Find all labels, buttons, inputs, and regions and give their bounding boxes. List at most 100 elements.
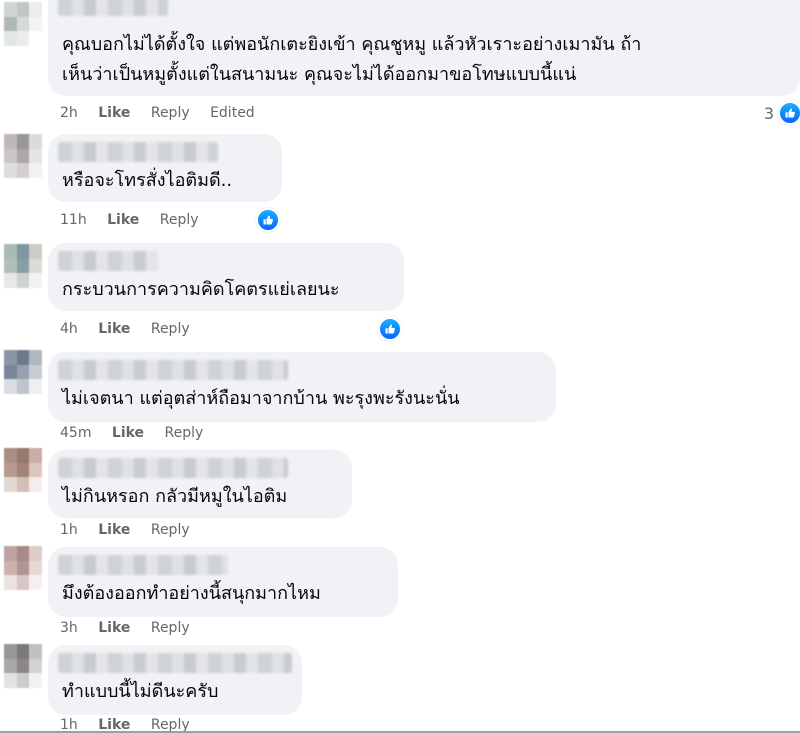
avatar-pixel [29, 575, 42, 590]
comment-bubble: หรือจะโทรสั่งไอติมดี.. [48, 134, 282, 202]
thumbs-up-icon[interactable] [778, 101, 800, 125]
comment-time[interactable]: 2h [60, 105, 78, 121]
avatar-pixel [4, 658, 17, 674]
avatar-pixel [16, 134, 30, 149]
author-name-blurred[interactable] [58, 555, 228, 575]
avatar-pixel [29, 244, 42, 259]
avatar-pixel [16, 2, 30, 17]
avatar-pixel [16, 673, 30, 688]
comment-bubble: ทำแบบนี้ไม่ดีนะครับ [48, 645, 302, 715]
author-name-blurred[interactable] [58, 142, 218, 162]
avatar-pixel [29, 560, 42, 576]
comment-meta: 2h Like Reply Edited [60, 105, 271, 121]
comment-time[interactable]: 3h [60, 620, 78, 636]
reply-button[interactable]: Reply [151, 105, 190, 121]
edited-label[interactable]: Edited [210, 105, 255, 121]
avatar-pixel [4, 462, 17, 478]
avatar-pixel [29, 658, 42, 674]
avatar-pixel [16, 16, 30, 32]
comment-bubble: มึงต้องออกทำอย่างนี้สนุกมากไหม [48, 547, 398, 617]
reply-button[interactable]: Reply [165, 425, 204, 441]
like-button[interactable]: Like [98, 321, 130, 337]
avatar[interactable] [4, 644, 42, 688]
like-button[interactable]: Like [112, 425, 144, 441]
avatar-pixel [29, 477, 42, 492]
avatar-pixel [4, 273, 17, 288]
comment-text: ไม่กินหรอก กลัวมีหมูในไอติม [62, 486, 288, 507]
avatar-pixel [4, 163, 17, 178]
reply-button[interactable]: Reply [151, 522, 190, 538]
comment-time[interactable]: 11h [60, 212, 87, 228]
author-name-blurred[interactable] [58, 458, 288, 478]
comment-bubble: คุณบอกไม่ได้ตั้งใจ แต่พอนักเตะยิงเข้า คุ… [48, 0, 800, 96]
avatar-pixel [4, 379, 17, 394]
reply-button[interactable]: Reply [151, 620, 190, 636]
comment-text: ทำแบบนี้ไม่ดีนะครับ [62, 681, 219, 702]
like-button[interactable]: Like [98, 522, 130, 538]
avatar-pixel [16, 258, 30, 274]
avatar-pixel [29, 16, 42, 32]
thumbs-up-icon[interactable] [256, 208, 280, 232]
comment-text: ไม่เจตนา แต่อุตส่าห์ถือมาจากบ้าน พะรุงพะ… [62, 388, 460, 409]
avatar-pixel [4, 31, 17, 46]
avatar[interactable] [4, 134, 42, 178]
avatar-pixel [4, 134, 17, 149]
avatar-pixel [16, 163, 30, 178]
comment-time[interactable]: 1h [60, 522, 78, 538]
comment-time[interactable]: 4h [60, 321, 78, 337]
author-name-blurred[interactable] [58, 0, 168, 16]
avatar-pixel [16, 546, 30, 561]
avatar-pixel [4, 258, 17, 274]
avatar-pixel [16, 148, 30, 164]
avatar-pixel [16, 462, 30, 478]
avatar-pixel [29, 673, 42, 688]
reply-button[interactable]: Reply [151, 321, 190, 337]
comment-text: หรือจะโทรสั่งไอติมดี.. [62, 170, 233, 191]
avatar-pixel [29, 163, 42, 178]
avatar-pixel [4, 477, 17, 492]
avatar[interactable] [4, 546, 42, 590]
avatar-pixel [29, 258, 42, 274]
avatar-pixel [4, 148, 17, 164]
avatar-pixel [4, 16, 17, 32]
avatar-pixel [29, 2, 42, 17]
comment-bubble: กระบวนการความคิดโคตรแย่เลยนะ [48, 243, 404, 311]
avatar-pixel [16, 644, 30, 659]
avatar-pixel [16, 31, 30, 46]
author-name-blurred[interactable] [58, 251, 158, 271]
reply-button[interactable]: Reply [160, 212, 199, 228]
comment-meta: 1h Like Reply [60, 522, 206, 538]
comment-bubble: ไม่กินหรอก กลัวมีหมูในไอติม [48, 450, 352, 518]
avatar-pixel [4, 644, 17, 659]
avatar-pixel [16, 477, 30, 492]
comment-meta: 45m Like Reply [60, 425, 219, 441]
author-name-blurred[interactable] [58, 360, 288, 380]
avatar-pixel [16, 379, 30, 394]
comment-text: มึงต้องออกทำอย่างนี้สนุกมากไหม [62, 583, 321, 604]
reaction-count[interactable]: 3 [764, 104, 774, 123]
avatar[interactable] [4, 350, 42, 394]
avatar-pixel [4, 575, 17, 590]
comment-time[interactable]: 45m [60, 425, 91, 441]
avatar[interactable] [4, 244, 42, 288]
like-button[interactable]: Like [98, 105, 130, 121]
like-button[interactable]: Like [107, 212, 139, 228]
thumbs-up-icon[interactable] [378, 317, 402, 341]
comment-bubble: ไม่เจตนา แต่อุตส่าห์ถือมาจากบ้าน พะรุงพะ… [48, 352, 556, 422]
comment-meta: 4h Like Reply [60, 321, 206, 337]
author-name-blurred[interactable] [58, 653, 292, 673]
avatar-pixel [4, 673, 17, 688]
avatar[interactable] [4, 448, 42, 492]
avatar[interactable] [4, 2, 42, 46]
avatar-pixel [29, 273, 42, 288]
avatar-pixel [4, 560, 17, 576]
avatar-pixel [16, 658, 30, 674]
like-button[interactable]: Like [98, 620, 130, 636]
avatar-pixel [29, 134, 42, 149]
avatar-pixel [29, 364, 42, 380]
comment-text: กระบวนการความคิดโคตรแย่เลยนะ [62, 279, 340, 300]
avatar-pixel [29, 379, 42, 394]
avatar-pixel [29, 644, 42, 659]
avatar-pixel [16, 575, 30, 590]
avatar-pixel [4, 546, 17, 561]
